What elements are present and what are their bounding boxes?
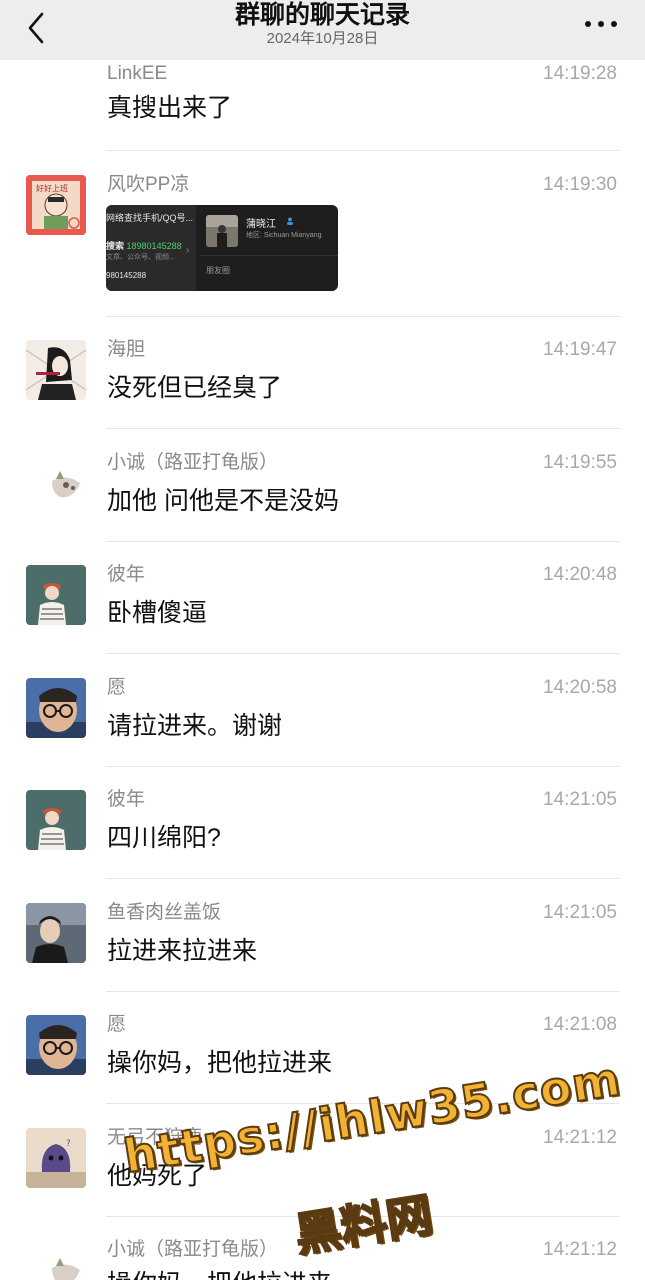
- card-search-title: 网络查找手机/QQ号...: [106, 213, 194, 223]
- more-dots-icon: [585, 21, 617, 27]
- card-contact-name: 蒲晓江: [246, 219, 276, 230]
- avatar[interactable]: [26, 453, 86, 513]
- message-text: 四川绵阳?: [107, 824, 221, 852]
- card-search-number: 18980145288: [126, 241, 182, 251]
- divider: [106, 991, 619, 992]
- message-text: 请拉进来。谢谢: [107, 712, 283, 740]
- nav-bar: 群聊的聊天记录 2024年10月28日: [0, 0, 645, 60]
- sender-name: 彼年: [107, 789, 146, 810]
- chat-message[interactable]: LinkEE 14:19:28 真搜出来了: [0, 60, 645, 150]
- message-time: 14:19:55: [543, 452, 617, 473]
- message-time: 14:19:30: [543, 174, 617, 195]
- card-search-num: 980145288: [106, 271, 147, 280]
- divider: [106, 541, 619, 542]
- avatar[interactable]: ?: [26, 1128, 86, 1188]
- shared-screenshot-card[interactable]: 网络查找手机/QQ号... 搜索 18980145288 文章、公众号、视频..…: [106, 205, 338, 291]
- chat-message[interactable]: 愿 14:20:58 请拉进来。谢谢: [0, 676, 645, 766]
- avatar[interactable]: [26, 1015, 86, 1075]
- chevron-right-icon: ›: [186, 245, 190, 256]
- card-profile-photo: [206, 215, 238, 247]
- divider: [106, 653, 619, 654]
- message-text: 拉进来拉进来: [107, 937, 258, 965]
- divider: [106, 1103, 619, 1104]
- message-time: 14:21:12: [543, 1127, 617, 1148]
- message-time: 14:21:08: [543, 1014, 617, 1035]
- avatar[interactable]: [26, 1240, 86, 1280]
- divider: [106, 766, 619, 767]
- chat-message[interactable]: 小诚（路亚打龟版） 14:19:55 加他 问他是不是没妈: [0, 451, 645, 541]
- card-search-panel: 网络查找手机/QQ号... 搜索 18980145288 文章、公众号、视频..…: [106, 205, 196, 291]
- message-time: 14:19:47: [543, 339, 617, 360]
- message-time: 14:20:48: [543, 564, 617, 585]
- divider: [106, 428, 619, 429]
- divider: [106, 316, 619, 317]
- message-time: 14:19:28: [543, 63, 617, 84]
- message-text: 操你妈，把他拉进来: [107, 1268, 332, 1280]
- sender-name: 愿: [107, 1014, 127, 1035]
- message-text: 操你妈，把他拉进来: [107, 1049, 333, 1077]
- message-text: 加他 问他是不是没妈: [107, 487, 339, 515]
- chat-message[interactable]: ? 无弓不狩鹿 14:21:12 他妈死了: [0, 1126, 645, 1216]
- chat-message[interactable]: 海胆 14:19:47 没死但已经臭了: [0, 338, 645, 428]
- chat-message[interactable]: 彼年 14:21:05 四川绵阳?: [0, 788, 645, 878]
- card-search-sub: 文章、公众号、视频...: [106, 254, 175, 261]
- chat-message[interactable]: 鱼香肉丝盖饭 14:21:05 拉进来拉进来: [0, 901, 645, 991]
- card-divider: [200, 255, 338, 256]
- avatar[interactable]: [26, 678, 86, 738]
- svg-text:?: ?: [66, 1139, 71, 1149]
- avatar[interactable]: [26, 790, 86, 850]
- sender-name: 海胆: [107, 339, 146, 360]
- user-icon: [287, 217, 293, 225]
- message-text: 卧槽傻逼: [107, 599, 208, 627]
- sender-name: 无弓不狩鹿: [107, 1127, 203, 1148]
- avatar[interactable]: [26, 565, 86, 625]
- page-title: 群聊的聊天记录: [234, 1, 410, 29]
- chat-message[interactable]: 小诚（路亚打龟版） 14:21:12 操你妈，把他拉进来: [0, 1238, 645, 1280]
- card-search-line: 搜索 18980145288: [106, 239, 182, 252]
- more-button[interactable]: [583, 14, 619, 34]
- sender-name: 风吹PP凉: [107, 174, 190, 195]
- divider: [106, 150, 619, 151]
- sender-name: 小诚（路亚打龟版）: [107, 452, 279, 473]
- avatar[interactable]: [26, 340, 86, 400]
- avatar[interactable]: [26, 903, 86, 963]
- divider: [106, 1216, 619, 1217]
- sender-name: 愿: [107, 677, 127, 698]
- message-text: 真搜出来了: [107, 94, 233, 122]
- avatar[interactable]: 好好上班: [26, 175, 86, 235]
- message-text: 没死但已经臭了: [107, 374, 283, 402]
- sender-name: 小诚（路亚打龟版）: [107, 1239, 279, 1260]
- sender-name: LinkEE: [107, 63, 168, 84]
- sender-name: 鱼香肉丝盖饭: [107, 902, 222, 923]
- page-subtitle-date: 2024年10月28日: [266, 30, 379, 47]
- message-time: 14:21:05: [543, 789, 617, 810]
- divider: [106, 878, 619, 879]
- card-moments-label: 朋友圈: [206, 266, 230, 275]
- card-contact-region: 地区: Sichuan Mianyang: [246, 232, 322, 239]
- message-text: 他妈死了: [107, 1162, 208, 1190]
- card-search-label: 搜索: [106, 241, 125, 251]
- svg-text:好好上班: 好好上班: [36, 183, 68, 193]
- message-time: 14:21:05: [543, 902, 617, 923]
- chat-message[interactable]: 愿 14:21:08 操你妈，把他拉进来: [0, 1013, 645, 1103]
- chat-message[interactable]: 彼年 14:20:48 卧槽傻逼: [0, 563, 645, 653]
- message-time: 14:20:58: [543, 677, 617, 698]
- chat-message[interactable]: 好好上班 风吹PP凉 14:19:30 网络查找手机/QQ号... 搜索 189…: [0, 173, 645, 313]
- sender-name: 彼年: [107, 564, 146, 585]
- message-time: 14:21:12: [543, 1239, 617, 1260]
